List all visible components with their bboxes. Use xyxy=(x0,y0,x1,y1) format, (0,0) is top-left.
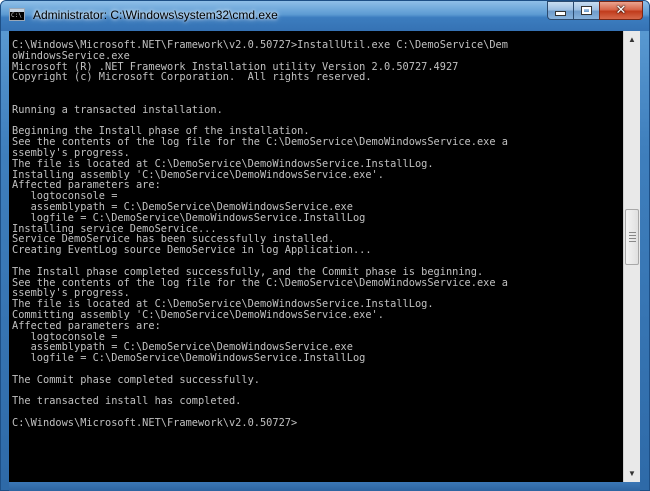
cmd-icon[interactable]: C:\ xyxy=(9,8,25,21)
console-line: C:\Windows\Microsoft.NET\Framework\v2.0.… xyxy=(12,416,298,429)
console-line: The file is located at C:\DemoService\De… xyxy=(12,157,434,170)
console-line: The Commit phase completed successfully. xyxy=(12,373,260,386)
console-line: oWindowsService.exe xyxy=(12,49,130,62)
console-line: The transacted install has completed. xyxy=(12,395,242,408)
grip-line-icon xyxy=(629,232,636,233)
cmd-icon-text: C:\ xyxy=(11,12,22,19)
maximize-button[interactable] xyxy=(573,1,599,20)
minimize-button[interactable] xyxy=(547,1,573,20)
minimize-icon xyxy=(555,11,566,16)
console-line: Copyright (c) Microsoft Corporation. All… xyxy=(12,71,372,84)
console-output[interactable]: C:\Windows\Microsoft.NET\Framework\v2.0.… xyxy=(9,31,623,482)
scroll-down-button[interactable]: ▼ xyxy=(624,465,640,482)
console-lines: C:\Windows\Microsoft.NET\Framework\v2.0.… xyxy=(12,40,508,429)
console-line: Running a transacted installation. xyxy=(12,103,223,116)
title-bar[interactable]: C:\ Administrator: C:\Windows\system32\c… xyxy=(1,1,649,31)
grip-line-icon xyxy=(629,238,636,239)
grip-line-icon xyxy=(629,235,636,236)
window-controls: ✕ xyxy=(547,1,643,21)
close-button[interactable]: ✕ xyxy=(599,1,643,20)
maximize-icon xyxy=(581,6,592,15)
scroll-thumb[interactable] xyxy=(625,209,639,265)
console-line: logfile = C:\DemoService\DemoWindowsServ… xyxy=(12,211,366,224)
close-icon: ✕ xyxy=(615,3,627,18)
scroll-up-button[interactable]: ▲ xyxy=(624,31,640,48)
console-line: Affected parameters are: xyxy=(12,319,161,332)
scroll-down-arrow-icon: ▼ xyxy=(628,469,636,478)
console-line: Creating EventLog source DemoService in … xyxy=(12,244,372,257)
console-line: logfile = C:\DemoService\DemoWindowsServ… xyxy=(12,352,366,365)
window-title: Administrator: C:\Windows\system32\cmd.e… xyxy=(33,8,278,22)
window-bottom-border xyxy=(9,482,640,491)
console-line: The Install phase completed successfully… xyxy=(12,265,484,278)
grip-line-icon xyxy=(629,241,636,242)
scroll-up-arrow-icon: ▲ xyxy=(628,35,636,44)
vertical-scrollbar[interactable]: ▲ ▼ xyxy=(623,31,640,482)
cmd-window: C:\ Administrator: C:\Windows\system32\c… xyxy=(0,0,650,491)
